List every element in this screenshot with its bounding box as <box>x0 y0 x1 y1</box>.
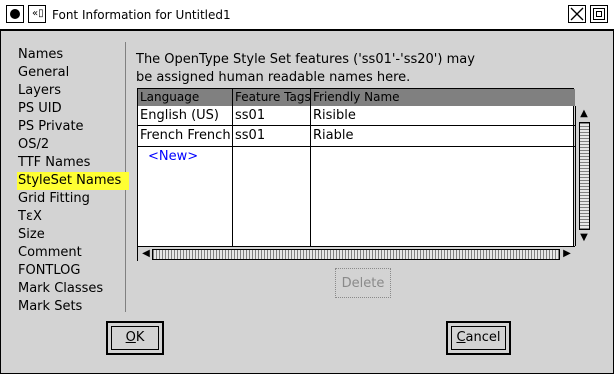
table-cell-feature-tag[interactable]: ss01 <box>233 127 310 145</box>
delete-button[interactable]: Delete <box>335 268 391 298</box>
sidebar-item-styleset-names[interactable]: StyleSet Names <box>17 172 129 190</box>
scroll-right-arrow-icon[interactable]: ▶ <box>560 247 574 261</box>
cancel-button[interactable]: Cancel <box>446 321 511 355</box>
title-bar: «▯ Font Information for Untitled1 <box>0 0 614 30</box>
table-cell-friendly-name[interactable]: Risible <box>311 107 575 125</box>
sidebar-item-fontlog[interactable]: FONTLOG <box>18 262 80 280</box>
circle-icon <box>10 9 20 19</box>
table-cell-language[interactable]: French French <box>138 127 232 145</box>
column-header-feature-tags[interactable]: Feature Tags <box>233 89 310 106</box>
ok-button-label: OK <box>111 326 159 350</box>
section-list: Names General Layers PS UID PS Private O… <box>10 42 129 314</box>
maximize-icon <box>593 8 605 20</box>
table-cell-friendly-name[interactable]: Riable <box>311 127 575 145</box>
table-cell-language[interactable]: English (US) <box>138 107 232 125</box>
sidebar-item-mark-sets[interactable]: Mark Sets <box>18 298 82 316</box>
styleset-table: Language Feature Tags Friendly Name Engl… <box>137 88 593 262</box>
description-line-2: be assigned human readable names here. <box>136 70 411 85</box>
scroll-up-arrow-icon[interactable]: ▲ <box>577 107 591 121</box>
maximize-button[interactable] <box>590 5 608 23</box>
shade-button[interactable]: «▯ <box>28 5 46 23</box>
sidebar-item-grid-fitting[interactable]: Grid Fitting <box>18 190 90 208</box>
close-icon <box>570 7 584 21</box>
scroll-down-arrow-icon[interactable]: ▼ <box>577 231 591 245</box>
new-row-button[interactable]: <New> <box>146 148 226 166</box>
sidebar-item-ps-private[interactable]: PS Private <box>18 118 84 136</box>
vertical-scrollbar[interactable]: ▲ ▼ <box>575 106 593 246</box>
sidebar-item-layers[interactable]: Layers <box>18 82 61 100</box>
scroll-left-arrow-icon[interactable]: ◀ <box>139 247 153 261</box>
horizontal-scrollbar[interactable]: ◀ ▶ <box>138 246 575 262</box>
sidebar-item-ps-uid[interactable]: PS UID <box>18 100 62 118</box>
column-header-language[interactable]: Language <box>138 89 232 106</box>
cancel-button-label: Cancel <box>451 326 506 350</box>
table-cell-feature-tag[interactable]: ss01 <box>233 107 310 125</box>
scroll-thumb-vertical[interactable] <box>579 122 590 230</box>
description-line-1: The OpenType Style Set features ('ss01'-… <box>136 52 475 67</box>
row-divider <box>138 146 575 147</box>
sidebar-item-general[interactable]: General <box>18 64 69 82</box>
row-divider <box>138 125 575 126</box>
close-button[interactable] <box>568 5 586 23</box>
sidebar-item-comment[interactable]: Comment <box>18 244 82 262</box>
shade-icon: «▯ <box>32 8 44 19</box>
sidebar-item-names[interactable]: Names <box>18 46 63 64</box>
column-header-friendly-name[interactable]: Friendly Name <box>311 89 575 106</box>
window-menu-button[interactable] <box>6 5 24 23</box>
sidebar-item-mark-classes[interactable]: Mark Classes <box>18 280 103 298</box>
sidebar-item-tex[interactable]: TεX <box>18 208 42 226</box>
ok-button[interactable]: OK <box>106 321 164 355</box>
sidebar-item-ttf-names[interactable]: TTF Names <box>18 154 90 172</box>
window-title: Font Information for Untitled1 <box>52 8 231 22</box>
scroll-thumb-horizontal[interactable] <box>152 249 560 260</box>
sidebar-item-size[interactable]: Size <box>18 226 45 244</box>
sidebar-item-os2[interactable]: OS/2 <box>18 136 49 154</box>
